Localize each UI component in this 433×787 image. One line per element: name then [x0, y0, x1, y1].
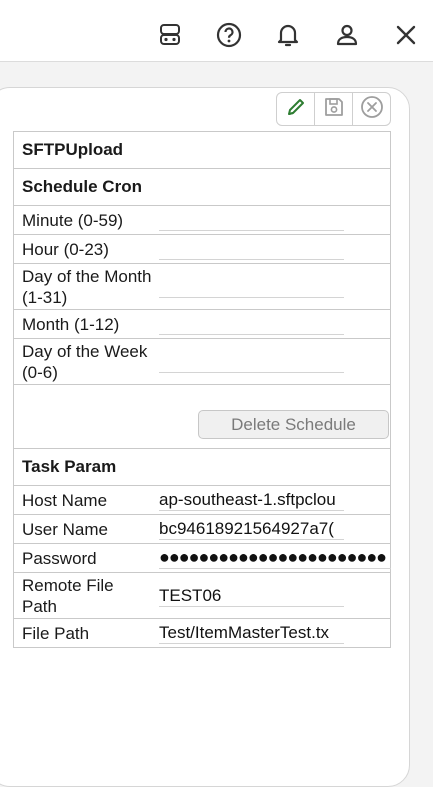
- param-title: Task Param: [22, 457, 117, 476]
- minute-field[interactable]: [159, 209, 344, 231]
- host-row: Host Name ap-southeast-1.sftpclou: [14, 486, 390, 515]
- user-row: User Name bc94618921564927a7(: [14, 515, 390, 544]
- user-label: User Name: [22, 520, 108, 539]
- edit-pencil-icon: [285, 96, 307, 123]
- day-of-month-row: Day of the Month (1-31): [14, 264, 390, 310]
- close-icon[interactable]: [391, 20, 421, 50]
- password-field[interactable]: ●●●●●●●●●●●●●●●●●●●●●●●: [159, 547, 391, 569]
- day-of-month-field[interactable]: [159, 276, 344, 298]
- hour-label: Hour (0-23): [22, 240, 109, 259]
- save-button[interactable]: [315, 93, 353, 125]
- day-of-week-field[interactable]: [159, 351, 344, 373]
- password-row: Password ●●●●●●●●●●●●●●●●●●●●●●●: [14, 544, 391, 573]
- file-path-field[interactable]: Test/ItemMasterTest.tx: [159, 622, 344, 644]
- schedule-header: Schedule Cron: [14, 169, 390, 206]
- month-label: Month (1-12): [22, 315, 120, 334]
- minute-row: Minute (0-59): [14, 206, 390, 235]
- password-label: Password: [22, 549, 97, 568]
- day-of-week-row: Day of the Week (0-6): [14, 339, 390, 385]
- minute-label: Minute (0-59): [22, 211, 124, 230]
- task-name: SFTPUpload: [22, 140, 124, 159]
- remote-path-row: Remote File Path TEST06: [14, 573, 390, 619]
- file-path-label: File Path: [22, 624, 90, 643]
- user-field[interactable]: bc94618921564927a7(: [159, 518, 344, 540]
- param-header: Task Param: [14, 449, 390, 486]
- cancel-circle-icon: [360, 95, 384, 124]
- day-of-month-label: Day of the Month (1-31): [22, 267, 152, 307]
- file-path-row: File Path Test/ItemMasterTest.tx: [14, 619, 390, 648]
- month-field[interactable]: [159, 313, 344, 335]
- schedule-title: Schedule Cron: [22, 177, 142, 196]
- remote-path-field[interactable]: TEST06: [159, 585, 344, 607]
- host-label: Host Name: [22, 491, 108, 510]
- delete-schedule-button[interactable]: Delete Schedule: [198, 410, 389, 439]
- user-icon[interactable]: [332, 20, 362, 50]
- day-of-week-label: Day of the Week (0-6): [22, 342, 148, 382]
- remote-path-label: Remote File Path: [22, 576, 114, 616]
- edit-button[interactable]: [277, 93, 315, 125]
- top-bar: [0, 0, 433, 62]
- task-name-header: SFTPUpload: [14, 132, 390, 169]
- robot-icon[interactable]: [155, 20, 185, 50]
- hour-field[interactable]: [159, 238, 344, 260]
- bell-icon[interactable]: [273, 20, 303, 50]
- host-field[interactable]: ap-southeast-1.sftpclou: [159, 489, 344, 511]
- month-row: Month (1-12): [14, 310, 390, 339]
- edit-toolbar: [276, 92, 391, 126]
- hour-row: Hour (0-23): [14, 235, 390, 264]
- task-form: SFTPUpload Schedule Cron Minute (0-59) H…: [13, 131, 391, 648]
- help-circle-icon[interactable]: [214, 20, 244, 50]
- save-disk-icon: [324, 97, 344, 122]
- delete-row: Delete Schedule: [14, 385, 390, 449]
- cancel-button[interactable]: [353, 93, 390, 125]
